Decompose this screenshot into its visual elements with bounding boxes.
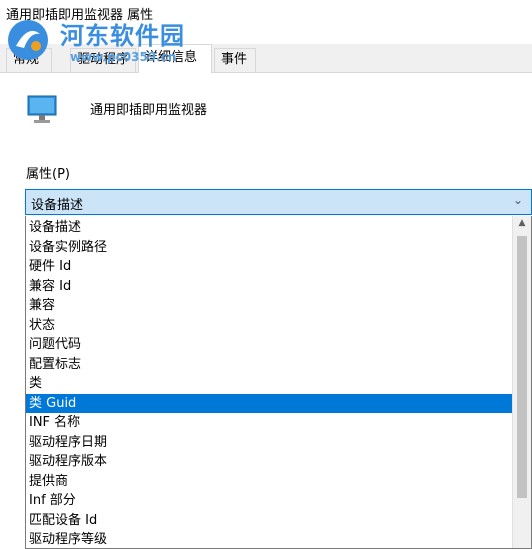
list-item[interactable]: 驱动程序等级 xyxy=(26,530,512,548)
scroll-up-arrow-icon[interactable]: ▲ xyxy=(513,218,531,228)
scrollbar[interactable]: ▲ xyxy=(512,216,531,548)
scroll-thumb[interactable] xyxy=(517,236,527,498)
property-combobox[interactable]: 设备描述 ⌄ xyxy=(25,189,532,215)
tab-events[interactable]: 事件 xyxy=(214,48,256,72)
watermark: 河东软件园 www.pc0359.cn xyxy=(0,10,220,70)
list-item[interactable]: 设备描述 xyxy=(26,218,512,238)
list-item[interactable]: 硬件 Id xyxy=(26,257,512,277)
list-item[interactable]: 兼容 Id xyxy=(26,277,512,297)
list-item[interactable]: Inf 部分 xyxy=(26,491,512,511)
chevron-down-icon[interactable]: ⌄ xyxy=(513,193,523,207)
watermark-url: www.pc0359.cn xyxy=(70,50,177,64)
list-item[interactable]: 问题代码 xyxy=(26,335,512,355)
property-label: 属性(P) xyxy=(26,167,70,182)
watermark-logo-icon xyxy=(8,20,48,60)
list-item[interactable]: 兼容 xyxy=(26,296,512,316)
property-options: 设备描述 设备实例路径 硬件 Id 兼容 Id 兼容 状态 问题代码 配置标志类类 Guid I… xyxy=(26,218,512,548)
monitor-icon xyxy=(27,95,57,123)
list-item[interactable]: INF 名称 xyxy=(26,413,512,433)
watermark-text: 河东软件园 xyxy=(60,22,185,50)
list-item[interactable]: 匹配设备 Id xyxy=(26,511,512,531)
list-item[interactable]: 驱动程序日期 xyxy=(26,433,512,453)
list-item[interactable]: 状态 xyxy=(26,316,512,336)
list-item[interactable]: 提供商 xyxy=(26,472,512,492)
list-item[interactable]: 设备实例路径 xyxy=(26,238,512,258)
device-name: 通用即插即用监视器 xyxy=(90,103,208,118)
list-item[interactable]: 配置标志 xyxy=(26,355,512,375)
list-item[interactable]: 类 Guid xyxy=(26,393,512,413)
list-item[interactable]: 类 xyxy=(26,374,512,394)
property-dropdown-list[interactable]: 设备描述 设备实例路径 硬件 Id 兼容 Id 兼容 状态 问题代码 配置标志类类 Guid I… xyxy=(25,216,532,549)
property-selected-value: 设备描述 xyxy=(31,198,84,213)
list-item[interactable]: 驱动程序版本 xyxy=(26,452,512,472)
